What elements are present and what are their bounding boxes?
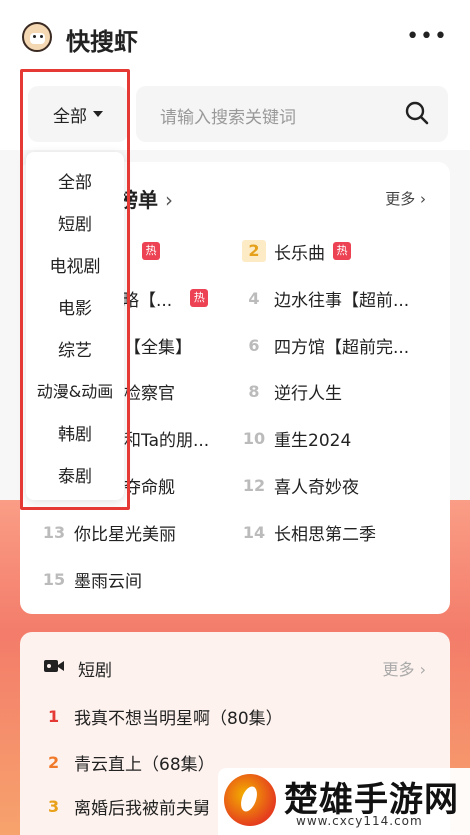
rank-number: 10 — [242, 428, 266, 448]
item-title: 【全集】 — [124, 337, 192, 358]
list-item[interactable]: 6 四方馆【超前完... — [242, 332, 409, 358]
rank-number: 2 — [48, 753, 60, 772]
item-title: 和Ta的朋... — [124, 430, 210, 451]
rank-number: 14 — [242, 522, 266, 542]
item-title: 离婚后我被前夫舅 — [74, 799, 210, 819]
search-input[interactable]: 请输入搜索关键词 — [136, 86, 448, 142]
list-item[interactable]: 3 离婚后我被前夫舅 — [48, 794, 210, 819]
list-item[interactable]: 检察官 — [124, 378, 175, 404]
rank-number: 2 — [242, 240, 266, 262]
item-title: 长乐曲 — [274, 243, 325, 264]
hot-badge: 热 — [142, 242, 160, 260]
highlight-annotation-box — [20, 69, 130, 510]
app-title: 快搜虾 — [66, 28, 138, 56]
short-drama-title: 短剧 — [78, 661, 112, 681]
list-item[interactable]: 1 我真不想当明星啊（80集） — [48, 704, 283, 729]
list-item[interactable]: 夺命舰 — [124, 472, 175, 498]
item-title: 墨雨云间 — [74, 571, 142, 592]
item-title: 我真不想当明星啊（80集） — [74, 709, 283, 729]
video-camera-icon — [44, 660, 64, 672]
list-item[interactable]: 2 长乐曲 热 — [242, 238, 351, 264]
watermark-logo-icon — [224, 774, 276, 826]
watermark-url: www.cxcy114.com — [296, 814, 423, 828]
item-title: 逆行人生 — [274, 383, 342, 404]
list-item[interactable]: 【全集】 — [124, 332, 192, 358]
list-item[interactable]: 2 青云直上（68集） — [48, 750, 215, 775]
short-drama-more-link[interactable]: 更多 › — [383, 656, 427, 680]
item-title: 四方馆【超前完... — [274, 337, 410, 358]
rank-number: 13 — [42, 522, 66, 542]
more-dots-icon[interactable]: ••• — [406, 26, 448, 48]
rank-number: 4 — [248, 288, 260, 308]
list-item[interactable]: 略【... 热 — [122, 285, 209, 311]
hot-list-more-link[interactable]: 更多 › — [385, 188, 426, 209]
list-item[interactable]: 4 边水往事【超前... — [242, 285, 409, 311]
item-title: 长相思第二季 — [274, 524, 376, 545]
item-title: 重生2024 — [274, 430, 352, 451]
item-title: 夺命舰 — [124, 477, 175, 498]
app-header: 快搜虾 ••• — [0, 0, 470, 78]
rank-number: 12 — [242, 475, 266, 495]
search-placeholder: 请输入搜索关键词 — [160, 108, 296, 128]
list-item[interactable]: 和Ta的朋... — [124, 425, 209, 451]
app-logo-icon — [22, 22, 52, 52]
item-title: 边水往事【超前... — [274, 290, 410, 311]
item-title: 喜人奇妙夜 — [274, 477, 359, 498]
search-icon[interactable] — [404, 100, 430, 126]
rank-number: 6 — [248, 335, 260, 355]
rank-number: 1 — [48, 707, 60, 726]
item-title: 你比星光美丽 — [74, 524, 176, 545]
watermark: 楚雄手游网 www.cxcy114.com — [218, 768, 470, 835]
hot-badge: 热 — [333, 242, 351, 260]
list-item[interactable]: 8 逆行人生 — [242, 378, 342, 404]
item-title: 青云直上（68集） — [74, 755, 215, 775]
rank-number: 15 — [42, 569, 66, 589]
hot-badge: 热 — [190, 289, 209, 307]
list-item[interactable]: 13 你比星光美丽 — [42, 519, 176, 545]
list-item[interactable]: 10 重生2024 — [242, 425, 351, 451]
rank-number: 3 — [48, 797, 60, 816]
list-item[interactable]: 12 喜人奇妙夜 — [242, 472, 359, 498]
list-item[interactable]: 15 墨雨云间 — [42, 566, 142, 592]
rank-number: 8 — [248, 381, 260, 401]
list-item[interactable]: 14 长相思第二季 — [242, 519, 376, 545]
item-title: 检察官 — [124, 383, 175, 404]
